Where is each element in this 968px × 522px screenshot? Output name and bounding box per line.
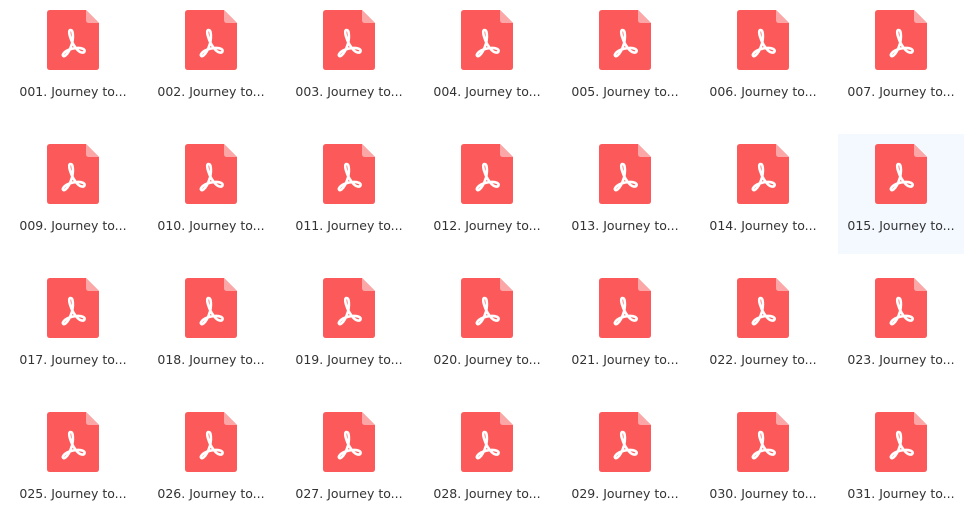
file-item[interactable]: 022. Journey to... — [700, 268, 826, 388]
pdf-file-icon — [185, 278, 237, 338]
file-item[interactable]: 026. Journey to... — [148, 402, 274, 522]
pdf-file-icon — [875, 412, 927, 472]
file-name-label: 015. Journey to... — [847, 218, 955, 233]
pdf-file-icon — [461, 10, 513, 70]
file-name-label: 018. Journey to... — [157, 352, 265, 367]
file-item[interactable]: 001. Journey to... — [10, 0, 136, 120]
pdf-file-icon — [185, 412, 237, 472]
file-name-label: 020. Journey to... — [433, 352, 541, 367]
pdf-file-icon — [737, 10, 789, 70]
pdf-file-icon — [599, 10, 651, 70]
pdf-file-icon — [875, 144, 927, 204]
pdf-file-icon — [599, 144, 651, 204]
file-name-label: 031. Journey to... — [847, 486, 955, 501]
file-name-label: 027. Journey to... — [295, 486, 403, 501]
pdf-file-icon — [875, 278, 927, 338]
file-item[interactable]: 010. Journey to... — [148, 134, 274, 254]
file-name-label: 010. Journey to... — [157, 218, 265, 233]
pdf-file-icon — [323, 10, 375, 70]
file-name-label: 019. Journey to... — [295, 352, 403, 367]
file-item[interactable]: 007. Journey to... — [838, 0, 964, 120]
file-item[interactable]: 031. Journey to... — [838, 402, 964, 522]
file-item[interactable]: 023. Journey to... — [838, 268, 964, 388]
file-name-label: 021. Journey to... — [571, 352, 679, 367]
file-item[interactable]: 003. Journey to... — [286, 0, 412, 120]
file-grid: 001. Journey to... 002. Journey to... 00… — [0, 0, 968, 518]
file-name-label: 029. Journey to... — [571, 486, 679, 501]
file-item[interactable]: 029. Journey to... — [562, 402, 688, 522]
pdf-file-icon — [47, 278, 99, 338]
file-name-label: 026. Journey to... — [157, 486, 265, 501]
file-name-label: 013. Journey to... — [571, 218, 679, 233]
file-item[interactable]: 011. Journey to... — [286, 134, 412, 254]
pdf-file-icon — [47, 412, 99, 472]
file-item[interactable]: 013. Journey to... — [562, 134, 688, 254]
pdf-file-icon — [185, 144, 237, 204]
file-name-label: 011. Journey to... — [295, 218, 403, 233]
pdf-file-icon — [323, 278, 375, 338]
file-name-label: 009. Journey to... — [19, 218, 127, 233]
file-item[interactable]: 002. Journey to... — [148, 0, 274, 120]
pdf-file-icon — [737, 144, 789, 204]
pdf-file-icon — [323, 144, 375, 204]
file-name-label: 014. Journey to... — [709, 218, 817, 233]
pdf-file-icon — [461, 278, 513, 338]
pdf-file-icon — [185, 10, 237, 70]
file-name-label: 017. Journey to... — [19, 352, 127, 367]
file-item[interactable]: 014. Journey to... — [700, 134, 826, 254]
file-item[interactable]: 027. Journey to... — [286, 402, 412, 522]
file-item[interactable]: 018. Journey to... — [148, 268, 274, 388]
file-name-label: 004. Journey to... — [433, 84, 541, 99]
file-item[interactable]: 017. Journey to... — [10, 268, 136, 388]
file-name-label: 002. Journey to... — [157, 84, 265, 99]
pdf-file-icon — [737, 412, 789, 472]
file-name-label: 006. Journey to... — [709, 84, 817, 99]
file-item[interactable]: 015. Journey to... — [838, 134, 964, 254]
file-name-label: 022. Journey to... — [709, 352, 817, 367]
file-name-label: 007. Journey to... — [847, 84, 955, 99]
pdf-file-icon — [875, 10, 927, 70]
pdf-file-icon — [47, 10, 99, 70]
file-item[interactable]: 006. Journey to... — [700, 0, 826, 120]
pdf-file-icon — [323, 412, 375, 472]
file-item[interactable]: 021. Journey to... — [562, 268, 688, 388]
file-name-label: 001. Journey to... — [19, 84, 127, 99]
file-item[interactable]: 009. Journey to... — [10, 134, 136, 254]
file-name-label: 023. Journey to... — [847, 352, 955, 367]
pdf-file-icon — [47, 144, 99, 204]
file-name-label: 030. Journey to... — [709, 486, 817, 501]
file-name-label: 003. Journey to... — [295, 84, 403, 99]
file-item[interactable]: 030. Journey to... — [700, 402, 826, 522]
file-item[interactable]: 012. Journey to... — [424, 134, 550, 254]
file-item[interactable]: 004. Journey to... — [424, 0, 550, 120]
file-name-label: 005. Journey to... — [571, 84, 679, 99]
pdf-file-icon — [461, 412, 513, 472]
file-item[interactable]: 020. Journey to... — [424, 268, 550, 388]
file-name-label: 028. Journey to... — [433, 486, 541, 501]
file-item[interactable]: 005. Journey to... — [562, 0, 688, 120]
file-item[interactable]: 028. Journey to... — [424, 402, 550, 522]
file-name-label: 025. Journey to... — [19, 486, 127, 501]
file-item[interactable]: 019. Journey to... — [286, 268, 412, 388]
pdf-file-icon — [599, 278, 651, 338]
pdf-file-icon — [461, 144, 513, 204]
pdf-file-icon — [737, 278, 789, 338]
file-item[interactable]: 025. Journey to... — [10, 402, 136, 522]
file-name-label: 012. Journey to... — [433, 218, 541, 233]
pdf-file-icon — [599, 412, 651, 472]
